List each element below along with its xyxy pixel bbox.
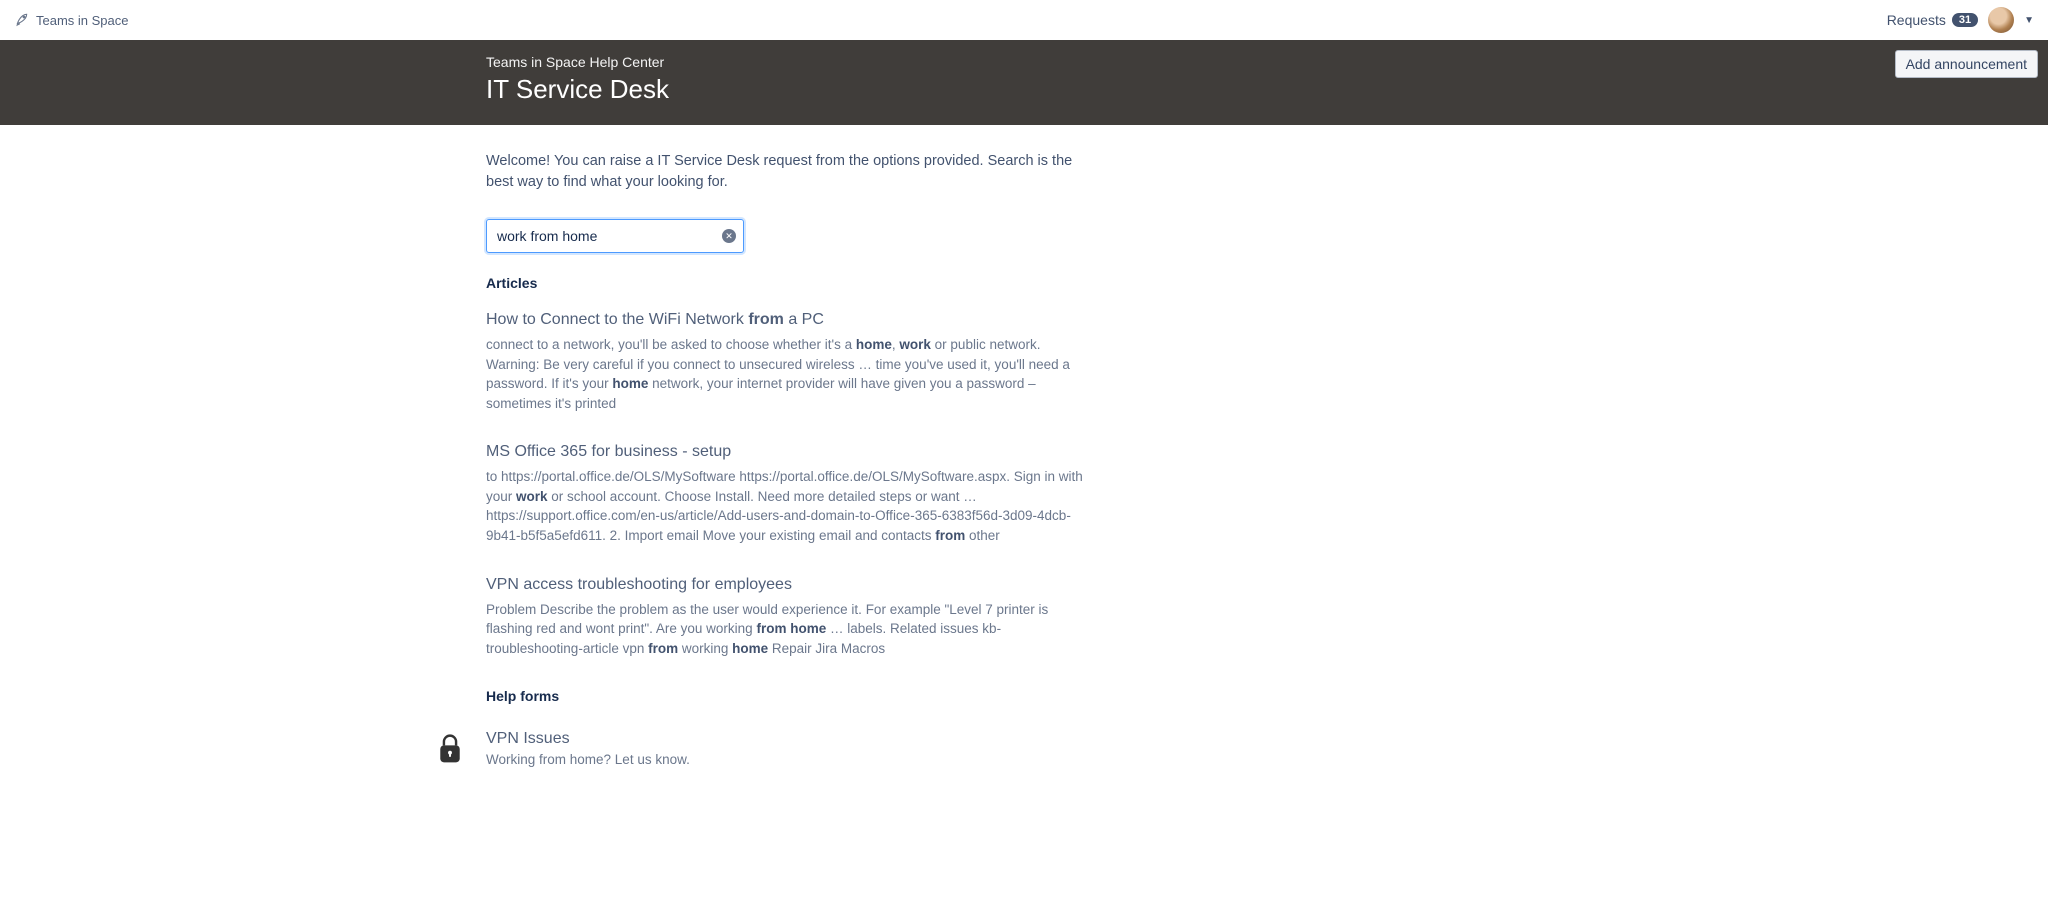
requests-count-badge: 31 — [1952, 13, 1978, 27]
brand-link[interactable]: Teams in Space — [14, 11, 129, 30]
article-result: How to Connect to the WiFi Network from … — [486, 311, 1096, 413]
help-form-title: VPN Issues — [486, 730, 690, 748]
add-announcement-button[interactable]: Add announcement — [1895, 50, 2038, 78]
breadcrumb[interactable]: Teams in Space Help Center — [486, 54, 1096, 70]
article-result: VPN access troubleshooting for employees… — [486, 576, 1096, 659]
intro-text: Welcome! You can raise a IT Service Desk… — [486, 151, 1096, 193]
help-forms-heading: Help forms — [486, 688, 1096, 704]
article-snippet: connect to a network, you'll be asked to… — [486, 335, 1096, 413]
article-title[interactable]: VPN access troubleshooting for employees — [486, 576, 1096, 594]
avatar[interactable] — [1988, 7, 2014, 33]
article-result: MS Office 365 for business - setup to ht… — [486, 443, 1096, 545]
articles-heading: Articles — [486, 275, 1096, 291]
article-title[interactable]: How to Connect to the WiFi Network from … — [486, 311, 1096, 329]
article-snippet: to https://portal.office.de/OLS/MySoftwa… — [486, 467, 1096, 545]
requests-label: Requests — [1887, 12, 1946, 28]
help-form-desc: Working from home? Let us know. — [486, 752, 690, 767]
article-title[interactable]: MS Office 365 for business - setup — [486, 443, 1096, 461]
chevron-down-icon[interactable]: ▼ — [2024, 15, 2034, 26]
lock-icon — [434, 730, 466, 766]
topbar-right: Requests 31 ▼ — [1887, 7, 2034, 33]
clear-search-icon[interactable] — [722, 229, 736, 243]
hero-band: Add announcement Teams in Space Help Cen… — [0, 40, 2048, 125]
brand-text: Teams in Space — [36, 13, 129, 28]
help-form-item[interactable]: VPN Issues Working from home? Let us kno… — [434, 730, 1096, 767]
rocket-icon — [14, 11, 30, 30]
main-content: Welcome! You can raise a IT Service Desk… — [486, 125, 1096, 827]
search-wrap — [486, 219, 744, 253]
requests-link[interactable]: Requests 31 — [1887, 12, 1978, 28]
article-snippet: Problem Describe the problem as the user… — [486, 600, 1096, 659]
page-title: IT Service Desk — [486, 74, 1096, 105]
search-input[interactable] — [486, 219, 744, 253]
top-bar: Teams in Space Requests 31 ▼ — [0, 0, 2048, 40]
